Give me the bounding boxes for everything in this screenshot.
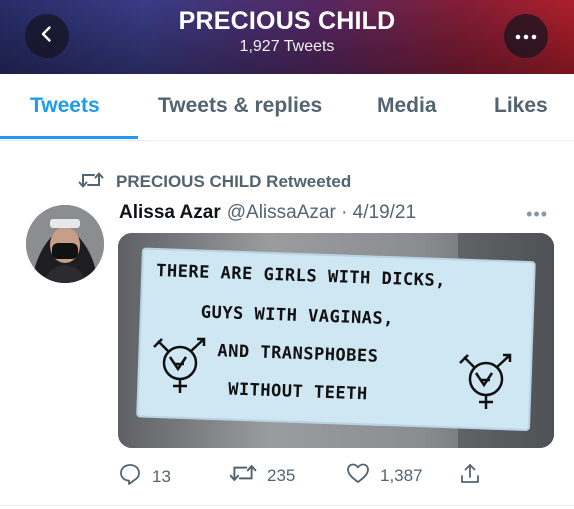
reply-count: 13 <box>152 466 171 486</box>
tab-media[interactable]: Media <box>377 94 437 118</box>
profile-tabs: Tweets Tweets & replies Media Likes <box>0 74 574 141</box>
tweet-more-icon[interactable]: ••• <box>526 204 548 225</box>
tab-tweets[interactable]: Tweets <box>30 94 100 118</box>
share-button[interactable] <box>458 462 482 491</box>
tweet-count: 1,927 Tweets <box>239 38 335 55</box>
author-handle-date[interactable]: @AlissaAzar · 4/19/21 <box>227 202 416 223</box>
active-tab-indicator <box>0 136 138 139</box>
tab-likes[interactable]: Likes <box>494 94 548 118</box>
retweet-action-icon <box>229 462 257 489</box>
sticker-line-4: WITHOUT TEETH <box>227 379 368 405</box>
share-icon <box>458 462 482 491</box>
retweet-context: PRECIOUS CHILD Retweeted <box>78 170 351 194</box>
tweet-media[interactable]: THERE ARE GIRLS WITH DICKS, GUYS WITH VA… <box>118 233 554 448</box>
reply-button[interactable]: 13 <box>118 462 171 491</box>
tweet-author-row: Alissa Azar @AlissaAzar · 4/19/21 <box>119 202 416 224</box>
divider <box>0 505 574 506</box>
more-options-button[interactable] <box>504 14 548 58</box>
sticker-line-2: GUYS WITH VAGINAS, <box>200 302 395 330</box>
retweet-context-label: PRECIOUS CHILD Retweeted <box>116 172 352 191</box>
retweet-icon <box>78 170 104 195</box>
sticker-line-3: AND TRANSPHOBES <box>217 341 379 367</box>
retweet-count: 235 <box>267 465 296 485</box>
tweet-actions: 13 235 1,387 <box>118 462 554 492</box>
ellipsis-icon <box>515 27 537 45</box>
profile-header: PRECIOUS CHILD 1,927 Tweets <box>0 0 574 74</box>
avatar[interactable] <box>26 205 104 283</box>
like-count: 1,387 <box>380 465 423 485</box>
retweet-button[interactable]: 235 <box>229 462 295 489</box>
profile-title: PRECIOUS CHILD <box>178 7 396 35</box>
reply-icon <box>118 462 142 491</box>
sticker-line-1: THERE ARE GIRLS WITH DICKS, <box>155 260 447 292</box>
tab-tweets-replies[interactable]: Tweets & replies <box>158 94 322 118</box>
author-name[interactable]: Alissa Azar <box>119 202 221 223</box>
like-button[interactable]: 1,387 <box>346 462 423 489</box>
heart-icon <box>346 462 370 489</box>
